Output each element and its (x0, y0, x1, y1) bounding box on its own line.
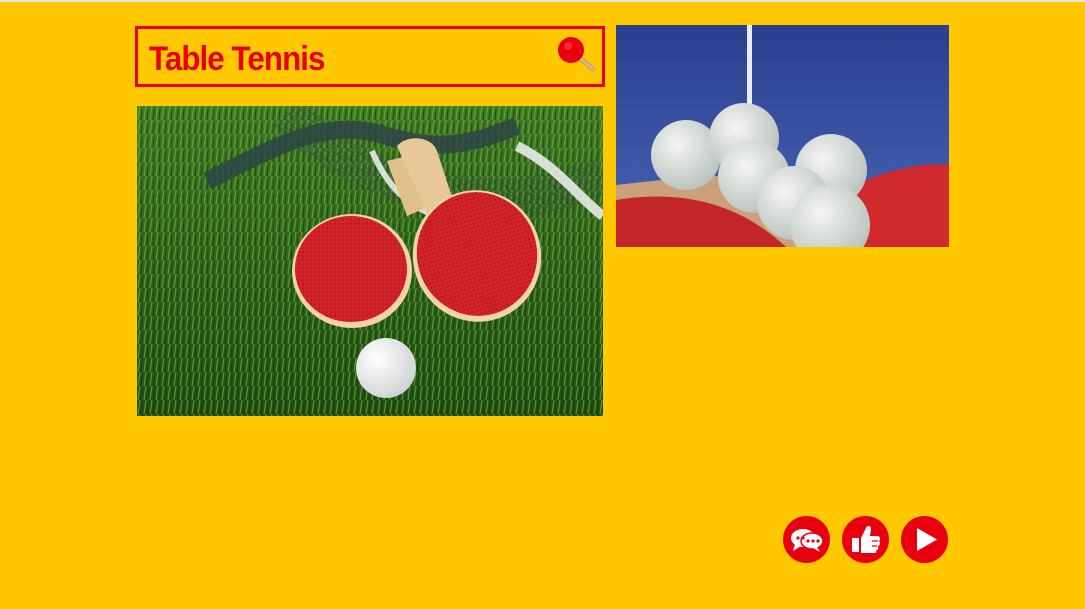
comments-button[interactable] (783, 516, 830, 563)
ping-pong-balls-photo (616, 25, 949, 247)
top-divider (0, 0, 1085, 2)
comments-icon (791, 529, 824, 552)
play-button[interactable] (901, 516, 948, 563)
play-icon (917, 528, 937, 551)
paddles-on-grass-photo (137, 106, 603, 416)
ping-pong-paddle-icon (556, 35, 598, 77)
title-banner: Table Tennis (135, 26, 605, 87)
like-button[interactable] (842, 516, 889, 563)
thumbs-up-icon (852, 525, 881, 553)
page-title: Table Tennis (149, 40, 325, 78)
